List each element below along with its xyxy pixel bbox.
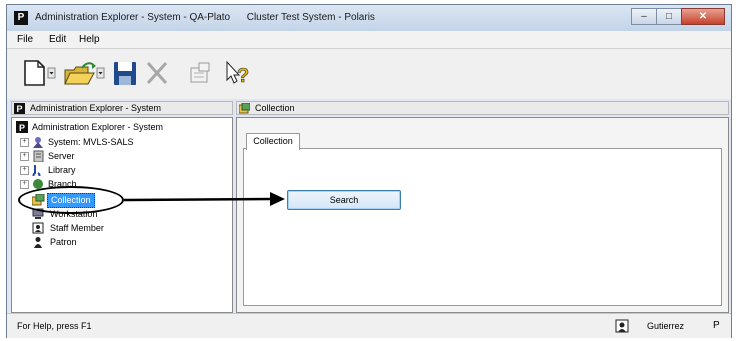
maximize-button[interactable]: □: [656, 8, 682, 25]
close-button[interactable]: ✕: [681, 8, 725, 25]
save-icon: [114, 62, 136, 85]
status-extra: P: [713, 320, 720, 331]
tree-root-label: Administration Explorer - System: [32, 122, 164, 132]
polaris-app-icon: P: [14, 11, 28, 25]
tab-collection[interactable]: Collection: [246, 133, 300, 150]
user-icon: [615, 319, 629, 333]
menu-bar: File Edit Help: [7, 31, 731, 49]
window-title: Administration Explorer - System - QA-Pl…: [35, 12, 375, 23]
explorer-icon: P: [14, 103, 25, 114]
tree-root[interactable]: P Administration Explorer - System: [12, 120, 232, 134]
tree-item-label: Server: [48, 151, 75, 161]
tree-item-label: Staff Member: [50, 223, 104, 233]
server-icon: [33, 150, 44, 162]
svg-text:P: P: [19, 123, 25, 133]
properties-button[interactable]: [187, 57, 215, 89]
expand-toggle[interactable]: +: [20, 166, 29, 175]
tree-item-system[interactable]: + System: MVLS-SALS: [12, 135, 232, 149]
app-window: P Administration Explorer - System - QA-…: [6, 4, 732, 338]
open-button[interactable]: [62, 57, 106, 89]
menu-file[interactable]: File: [17, 34, 33, 45]
explorer-icon: P: [16, 121, 28, 133]
highlight-ellipse: [18, 186, 124, 214]
right-pane-header: Collection: [236, 101, 729, 115]
tree-item-patron[interactable]: Patron: [12, 235, 232, 249]
right-pane-title: Collection: [255, 103, 295, 113]
left-pane-title: Administration Explorer - System: [30, 103, 162, 113]
tree-item-label: System: MVLS-SALS: [48, 137, 134, 147]
search-button[interactable]: Search: [287, 190, 401, 210]
help-icon: ?: [226, 60, 250, 87]
expand-toggle[interactable]: +: [20, 138, 29, 147]
save-button[interactable]: [111, 57, 139, 89]
staff-member-icon: [32, 222, 44, 234]
menu-edit[interactable]: Edit: [49, 34, 66, 45]
explorer-tree: P Administration Explorer - System + Sys…: [11, 117, 233, 313]
collection-icon: [239, 103, 250, 114]
tree-item-server[interactable]: + Server: [12, 149, 232, 163]
status-help-text: For Help, press F1: [17, 321, 92, 331]
library-icon: [32, 165, 41, 176]
svg-text:?: ?: [237, 65, 249, 87]
patron-icon: [34, 237, 42, 248]
status-bar: For Help, press F1 Gutierrez P: [7, 313, 731, 338]
tree-item-staff-member[interactable]: Staff Member: [12, 221, 232, 235]
delete-icon: [146, 61, 168, 85]
toolbar: ?: [7, 49, 731, 99]
tree-item-label: Library: [48, 165, 76, 175]
status-user: Gutierrez: [647, 321, 685, 331]
svg-text:P: P: [17, 104, 23, 114]
new-icon: [24, 60, 56, 86]
context-help-button[interactable]: ?: [223, 57, 253, 89]
tab-panel-collection: [243, 148, 722, 306]
details-pane: Collection: [236, 117, 729, 313]
properties-icon: [190, 62, 210, 83]
tree-item-library[interactable]: + Library: [12, 163, 232, 177]
system-icon: [33, 137, 43, 148]
open-folder-icon: [64, 62, 105, 85]
delete-button[interactable]: [143, 57, 171, 89]
minimize-button[interactable]: –: [631, 8, 657, 25]
menu-help[interactable]: Help: [79, 34, 100, 45]
expand-toggle[interactable]: +: [20, 180, 29, 189]
new-button[interactable]: [21, 57, 57, 89]
title-bar: P Administration Explorer - System - QA-…: [7, 5, 731, 31]
left-pane-header: P Administration Explorer - System: [11, 101, 233, 115]
tree-item-label: Patron: [50, 237, 77, 247]
expand-toggle[interactable]: +: [20, 152, 29, 161]
